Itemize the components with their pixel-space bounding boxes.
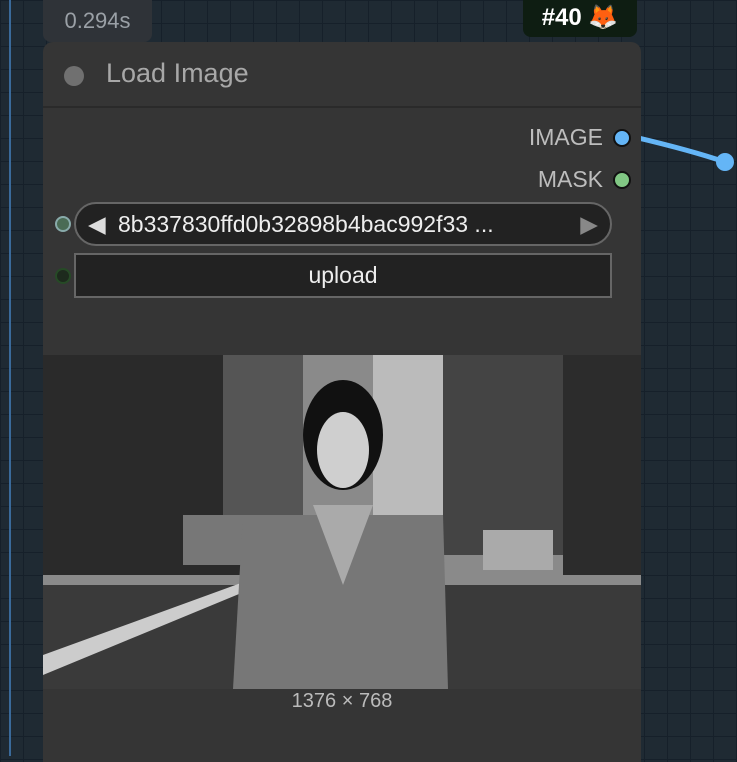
output-slot-icon[interactable] — [613, 128, 631, 147]
node-id: #40 — [541, 4, 582, 31]
node-id-badge: #40 🦊 — [523, 0, 637, 37]
input-slot-icon[interactable] — [55, 268, 71, 284]
output-image[interactable]: IMAGE — [529, 124, 631, 151]
collapse-dot-icon[interactable] — [64, 66, 84, 86]
upload-button[interactable]: upload — [74, 253, 612, 298]
fox-icon: 🦊 — [588, 4, 619, 31]
image-dimensions: 1376 × 768 — [291, 690, 393, 712]
output-label: IMAGE — [528, 124, 603, 150]
load-image-node[interactable]: Load Image IMAGE MASK ◀ 8b337830ffd0b328… — [43, 42, 641, 762]
image-preview — [43, 355, 641, 689]
input-slot-icon[interactable] — [55, 216, 71, 232]
node-title-bar[interactable]: Load Image — [43, 42, 641, 108]
output-slot-icon[interactable] — [613, 170, 631, 189]
output-label: MASK — [537, 166, 603, 192]
output-mask[interactable]: MASK — [538, 166, 631, 193]
arrow-right-icon[interactable]: ▶ — [580, 204, 598, 244]
arrow-left-icon[interactable]: ◀ — [88, 204, 106, 244]
image-filename: 8b337830ffd0b32898b4bac992f33 ... — [118, 211, 494, 237]
execution-time-badge: 0.294s — [43, 0, 152, 42]
node-title: Load Image — [106, 58, 249, 88]
image-select-combo[interactable]: ◀ 8b337830ffd0b32898b4bac992f33 ... ▶ — [74, 202, 612, 246]
